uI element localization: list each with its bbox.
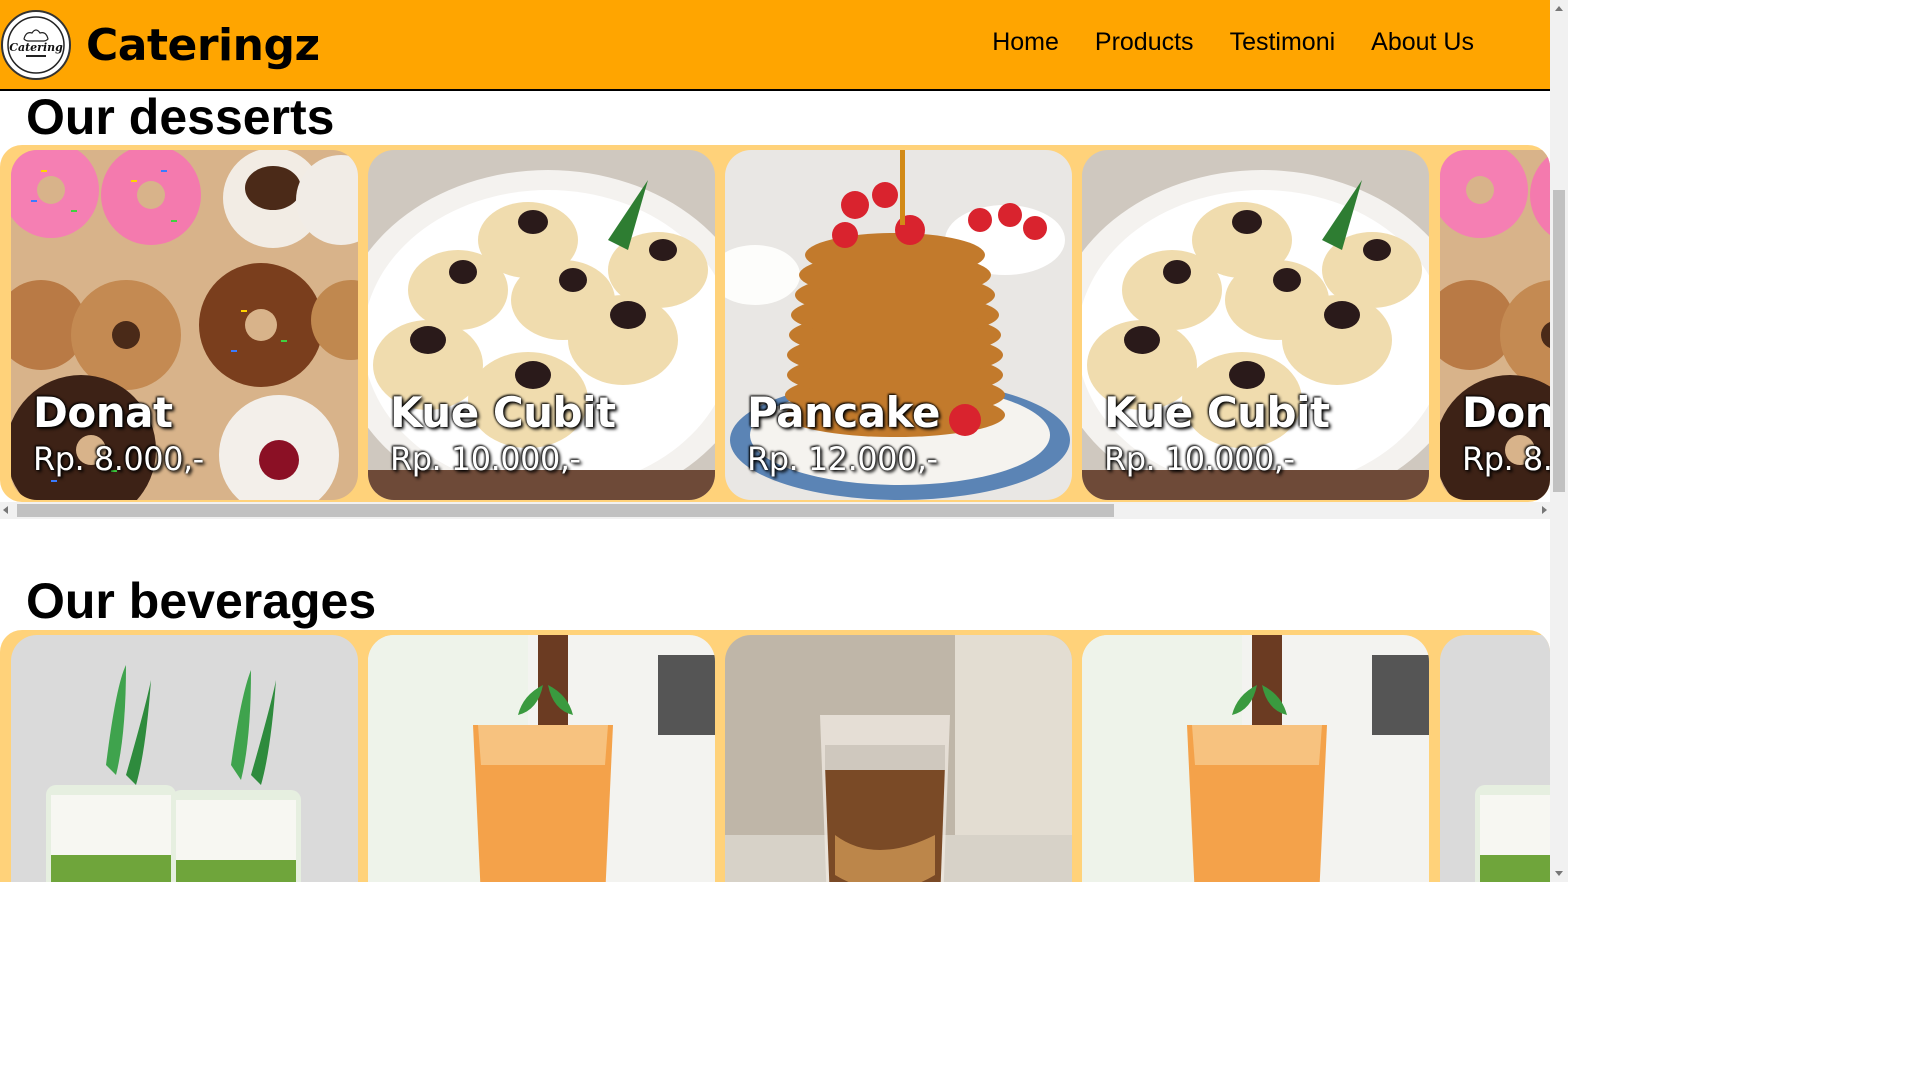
main-nav: Home Products Testimoni About Us [992,28,1474,57]
product-price: Rp. 10.000,- [390,440,581,478]
scroll-up-icon[interactable] [1555,6,1563,11]
product-card[interactable]: Pancake Rp. 12.000,- [725,150,1072,500]
scroll-left-icon[interactable] [3,506,8,514]
desserts-title: Our desserts [26,89,335,145]
product-name: Donat [1462,388,1550,437]
svg-text:Catering: Catering [9,41,63,54]
page-viewport: Catering Cateringz Home Products Testimo… [0,0,1550,882]
product-card[interactable]: Kue Cubit Rp. 10.000,- [368,150,715,500]
site-logo[interactable]: Catering [1,10,71,80]
product-name: Pancake [747,388,940,437]
product-name: Donat [33,388,173,437]
scroll-right-icon[interactable] [1542,506,1547,514]
nav-home[interactable]: Home [992,28,1059,57]
nav-products[interactable]: Products [1095,28,1194,57]
es-cendol-image [1440,635,1550,882]
product-price: Rp. 12.000,- [747,440,938,478]
product-price: Rp. 8.000,- [1462,440,1550,478]
desserts-carousel[interactable]: Donat Rp. 8.000,- Kue Cubit Rp. 10.000,-… [0,145,1550,502]
brand-name[interactable]: Cateringz [86,20,320,72]
product-card[interactable]: Donat Rp. 8.000,- [1440,150,1550,500]
scroll-down-icon[interactable] [1555,871,1563,876]
iced-coffee-image [725,635,1072,882]
product-price: Rp. 10.000,- [1104,440,1295,478]
product-card[interactable] [1440,635,1550,882]
desserts-horizontal-scrollbar[interactable] [0,502,1550,519]
thai-tea-image [368,635,715,882]
es-cendol-image [11,635,358,882]
product-card[interactable] [725,635,1072,882]
product-price: Rp. 8.000,- [33,440,204,478]
product-card[interactable] [1082,635,1429,882]
beverages-carousel[interactable] [0,630,1550,882]
nav-testimoni[interactable]: Testimoni [1230,28,1336,57]
product-card[interactable] [368,635,715,882]
nav-about-us[interactable]: About Us [1371,28,1474,57]
product-card[interactable] [11,635,358,882]
product-name: Kue Cubit [390,388,616,437]
product-name: Kue Cubit [1104,388,1330,437]
page-vertical-scrollbar[interactable] [1550,0,1568,882]
scrollbar-thumb[interactable] [1553,190,1565,492]
thai-tea-image [1082,635,1429,882]
beverages-title: Our beverages [26,573,377,629]
scrollbar-thumb[interactable] [17,504,1114,517]
chef-hat-icon: Catering [7,16,65,74]
product-card[interactable]: Kue Cubit Rp. 10.000,- [1082,150,1429,500]
product-card[interactable]: Donat Rp. 8.000,- [11,150,358,500]
site-header: Catering Cateringz Home Products Testimo… [0,0,1550,91]
